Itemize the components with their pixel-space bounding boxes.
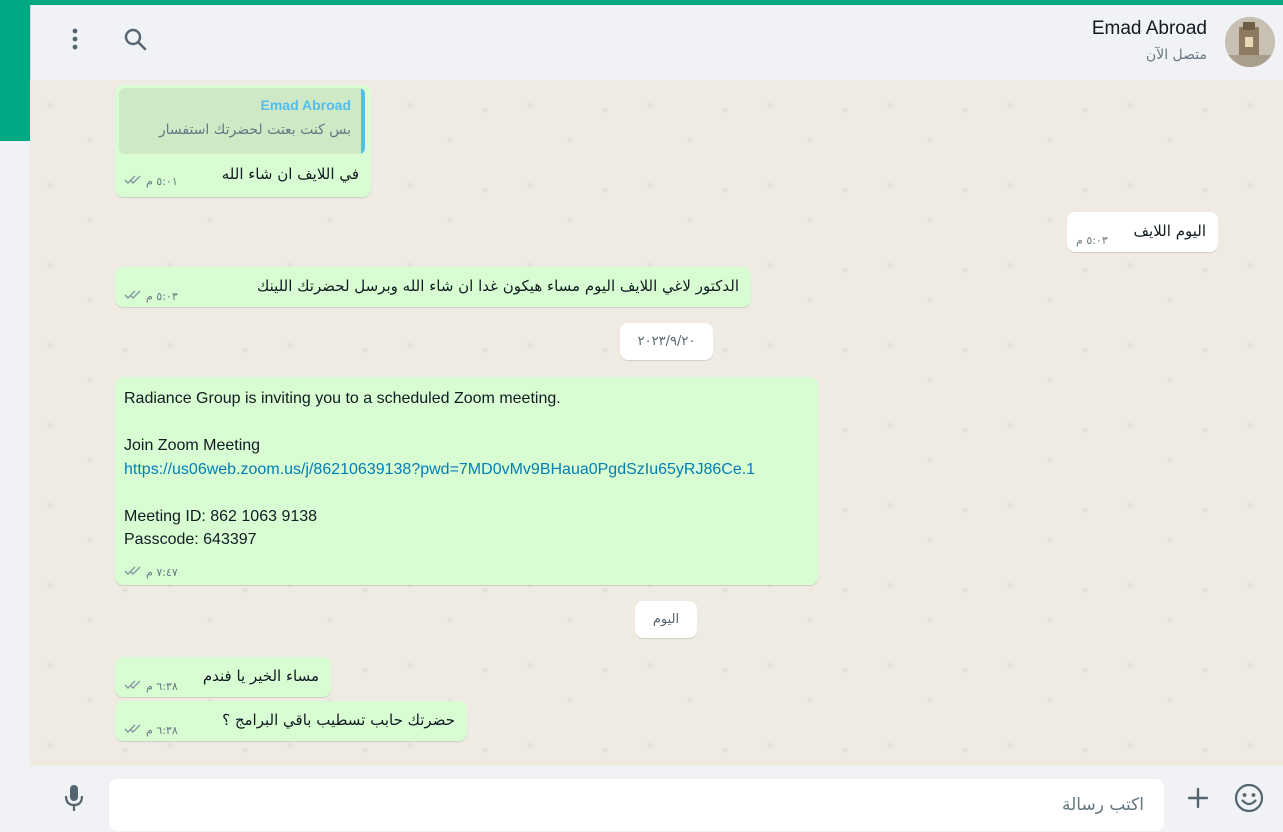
message-time: ٥:٠١ م [146,174,178,188]
plus-icon [1186,786,1210,814]
message-line: Meeting ID: 862 1063 9138 [124,507,318,525]
accent-strip [0,0,30,141]
voice-message-button[interactable] [58,784,90,816]
emoji-icon [1234,783,1264,817]
message-line-blank [124,481,755,505]
double-check-icon [124,565,142,579]
message-input-box[interactable] [109,779,1164,831]
message-line: Radiance Group is inviting you to a sche… [124,390,561,407]
message-meta: ٦:٣٨ م [124,679,178,693]
double-check-icon [124,174,142,188]
message-line: Passcode: 643397 [124,531,257,548]
message-meta: ٦:٣٨ م [124,723,178,737]
message-input[interactable] [109,779,1164,831]
avatar[interactable] [1225,17,1275,67]
date-separator: اليوم [635,601,697,638]
message-time: ٥:٠٣ م [1076,234,1108,247]
message-bubble[interactable]: مساء الخير يا فندم ٦:٣٨ م [115,657,331,697]
message-time: ٦:٣٨ م [146,679,178,693]
message-bubble[interactable]: اليوم اللايف ٥:٠٣ م [1067,212,1218,252]
message-text: الدكتور لاغي اللايف اليوم مساء هيكون غدا… [257,277,739,295]
message-line-blank [124,411,755,435]
message-bubble[interactable]: Emad Abroad بس كنت بعتت لحضرتك استفسار ف… [115,85,371,197]
message-meta: ٥:٠٣ م [1076,234,1108,247]
message-bubble[interactable]: حضرتك حابب تسطيب باقي البرامج ؟ ٦:٣٨ م [115,701,467,741]
contact-status: متصل الآن [1145,47,1207,63]
message-text: Radiance Group is inviting you to a sche… [124,387,755,552]
search-button[interactable] [119,25,151,57]
double-check-icon [124,289,142,303]
composer-bar [30,766,1283,832]
left-panel-strip [0,0,36,832]
message-meta: ٥:٠١ م [124,174,178,188]
microphone-icon [64,784,84,816]
chat-panel: Emad Abroad متصل الآن Emad Abroad بس كنت… [30,5,1283,832]
date-separator: ٢٠٢٣/٩/٢٠ [620,323,713,360]
zoom-link[interactable]: https://us06web.zoom.us/j/86210639138?pw… [124,458,755,482]
message-meta: ٥:٠٣ م [124,289,178,303]
message-text: في اللايف ان شاء الله [221,165,359,183]
kebab-menu-icon [72,28,78,54]
double-check-icon [124,723,142,737]
attach-button[interactable] [1182,784,1214,816]
menu-button[interactable] [59,25,91,57]
message-time: ٦:٣٨ م [146,723,178,737]
quote-accent-bar [361,88,365,154]
message-meta: ٧:٤٧ م [124,565,178,579]
emoji-button[interactable] [1233,783,1265,817]
message-text: مساء الخير يا فندم [202,667,319,685]
search-icon [123,27,147,55]
message-text: اليوم اللايف [1133,222,1206,240]
quoted-sender: Emad Abroad [260,97,352,113]
chat-header: Emad Abroad متصل الآن [30,5,1283,80]
quoted-message[interactable]: Emad Abroad بس كنت بعتت لحضرتك استفسار [119,88,365,154]
quoted-text: بس كنت بعتت لحضرتك استفسار [158,122,351,138]
message-bubble[interactable]: الدكتور لاغي اللايف اليوم مساء هيكون غدا… [115,267,751,307]
double-check-icon [124,679,142,693]
message-line: Join Zoom Meeting [124,437,261,454]
message-text: حضرتك حابب تسطيب باقي البرامج ؟ [222,711,455,729]
contact-name[interactable]: Emad Abroad [1092,18,1207,40]
message-time: ٧:٤٧ م [146,565,178,579]
message-time: ٥:٠٣ م [146,289,178,303]
message-bubble[interactable]: Radiance Group is inviting you to a sche… [115,377,818,585]
